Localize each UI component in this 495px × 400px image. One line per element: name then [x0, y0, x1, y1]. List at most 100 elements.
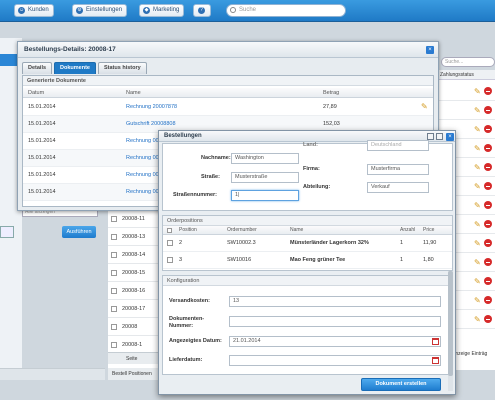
list-item[interactable]: 20008-11 [108, 210, 160, 228]
edit-icon[interactable]: ✎ [474, 88, 482, 96]
document-number-field[interactable] [229, 316, 441, 327]
row-checkbox[interactable] [111, 234, 117, 240]
paging-label: Seite [126, 356, 138, 362]
edit-icon[interactable]: ✎ [474, 259, 482, 267]
row-checkbox[interactable] [111, 252, 117, 258]
street-field[interactable]: Musterstraße [231, 172, 299, 183]
table-row: 3 SW10016 Mao Feng grüner Tee 1 1,80 [163, 252, 452, 269]
payment-status-column-header[interactable]: Zahlungsstatus [438, 70, 495, 80]
delete-icon[interactable] [484, 201, 492, 209]
table-row: ✎ [439, 101, 495, 120]
row-checkbox[interactable] [111, 216, 117, 222]
shipping-cost-field[interactable]: 13 [229, 296, 441, 307]
edit-icon[interactable]: ✎ [474, 145, 482, 153]
document-link[interactable]: Rechnung 20007878 [126, 99, 177, 115]
row-checkbox[interactable] [111, 288, 117, 294]
delete-icon[interactable] [484, 296, 492, 304]
tab-status-history[interactable]: Status history [98, 62, 147, 74]
close-icon[interactable]: × [446, 133, 454, 141]
row-checkbox[interactable] [111, 306, 117, 312]
search-icon [230, 7, 236, 13]
tab-details[interactable]: Details [22, 62, 53, 74]
positions-bar: Bestell Positionen [108, 368, 160, 380]
edit-icon[interactable]: ✎ [474, 297, 482, 305]
create-document-button[interactable]: Dokument erstellen [361, 378, 441, 391]
dialog-scrollbar[interactable] [448, 271, 453, 391]
list-item[interactable]: 20008-14 [108, 246, 160, 264]
column-date[interactable]: Datum [28, 88, 44, 98]
row-checkbox[interactable] [167, 257, 173, 263]
documents-table-header: Datum Name Betrag [23, 88, 433, 98]
delete-icon[interactable] [484, 315, 492, 323]
edit-icon[interactable]: ✎ [474, 107, 482, 115]
column-name[interactable]: Name [290, 226, 303, 235]
delete-icon[interactable] [484, 182, 492, 190]
settings-button[interactable]: ⚙ Einstellungen [72, 4, 128, 17]
edit-icon[interactable]: ✎ [474, 278, 482, 286]
delete-icon[interactable] [484, 239, 492, 247]
list-item[interactable]: 20008-15 [108, 264, 160, 282]
apply-button[interactable]: Ausführen [62, 226, 96, 238]
maximize-icon[interactable] [436, 133, 443, 140]
street-number-field[interactable]: 1| [231, 190, 299, 201]
search-input[interactable]: Suche [226, 4, 346, 17]
lastname-field[interactable]: Washington [231, 153, 299, 164]
configuration-title: Konfiguration [163, 276, 452, 286]
calendar-icon[interactable] [432, 357, 439, 364]
delivery-date-field[interactable] [229, 355, 441, 366]
calendar-icon[interactable] [432, 338, 439, 345]
table-row: 2 SW10002.3 Münsterländer Lagerkorn 32% … [163, 235, 452, 252]
positions-section-title: Orderpositions [163, 216, 452, 226]
delete-icon[interactable] [484, 220, 492, 228]
list-item[interactable]: 20008-16 [108, 282, 160, 300]
list-item[interactable]: 20008 [108, 318, 160, 336]
row-checkbox[interactable] [111, 342, 117, 348]
delete-icon[interactable] [484, 125, 492, 133]
delete-icon[interactable] [484, 87, 492, 95]
table-row: 15.01.2014 Rechnung 20007878 27,89 ✎ [23, 99, 433, 116]
edit-icon[interactable]: ✎ [474, 183, 482, 191]
left-action-button[interactable] [0, 226, 14, 238]
delete-icon[interactable] [484, 258, 492, 266]
minimize-icon[interactable] [427, 133, 434, 140]
display-date-field[interactable]: 21.01.2014 [229, 336, 441, 347]
select-all-checkbox[interactable] [167, 228, 172, 233]
right-search-input[interactable]: Suche... [441, 57, 495, 67]
details-tabs: Details Dokumente Status history [22, 62, 147, 74]
edit-icon[interactable]: ✎ [421, 99, 428, 115]
department-field[interactable]: Verkauf [367, 182, 429, 193]
megaphone-icon: ◆ [143, 7, 150, 14]
edit-icon[interactable]: ✎ [474, 164, 482, 172]
list-item[interactable]: 20008-17 [108, 300, 160, 318]
column-name[interactable]: Name [126, 88, 141, 98]
customers-button[interactable]: ☺ Kunden [14, 4, 54, 17]
help-icon: ? [198, 7, 205, 14]
marketing-button[interactable]: ◆ Marketing [139, 4, 185, 17]
country-select[interactable]: Deutschland [367, 140, 429, 151]
tab-documents[interactable]: Dokumente [54, 62, 96, 74]
column-ordernumber[interactable]: Ordernumber [227, 226, 257, 235]
close-icon[interactable]: × [426, 46, 434, 54]
column-amount[interactable]: Betrag [323, 88, 339, 98]
edit-icon[interactable]: ✎ [474, 316, 482, 324]
row-checkbox[interactable] [167, 240, 173, 246]
edit-icon[interactable]: ✎ [474, 221, 482, 229]
column-position[interactable]: Position [179, 226, 197, 235]
delete-icon[interactable] [484, 144, 492, 152]
delete-icon[interactable] [484, 277, 492, 285]
help-button[interactable]: ? [193, 4, 211, 17]
row-checkbox[interactable] [111, 324, 117, 330]
row-checkbox[interactable] [111, 270, 117, 276]
list-item[interactable]: 20008-13 [108, 228, 160, 246]
delete-icon[interactable] [484, 163, 492, 171]
company-field[interactable]: Musterfirma [367, 164, 429, 175]
entries-label: Anzeige Einträg [452, 351, 488, 357]
address-form: Nachname: Washington Straße: Musterstraß… [162, 140, 453, 211]
edit-icon[interactable]: ✎ [474, 126, 482, 134]
delete-icon[interactable] [484, 106, 492, 114]
edit-icon[interactable]: ✎ [474, 240, 482, 248]
column-price[interactable]: Price [423, 226, 434, 235]
column-quantity[interactable]: Anzahl [400, 226, 415, 235]
edit-icon[interactable]: ✎ [474, 202, 482, 210]
scrollbar-thumb[interactable] [448, 271, 453, 376]
